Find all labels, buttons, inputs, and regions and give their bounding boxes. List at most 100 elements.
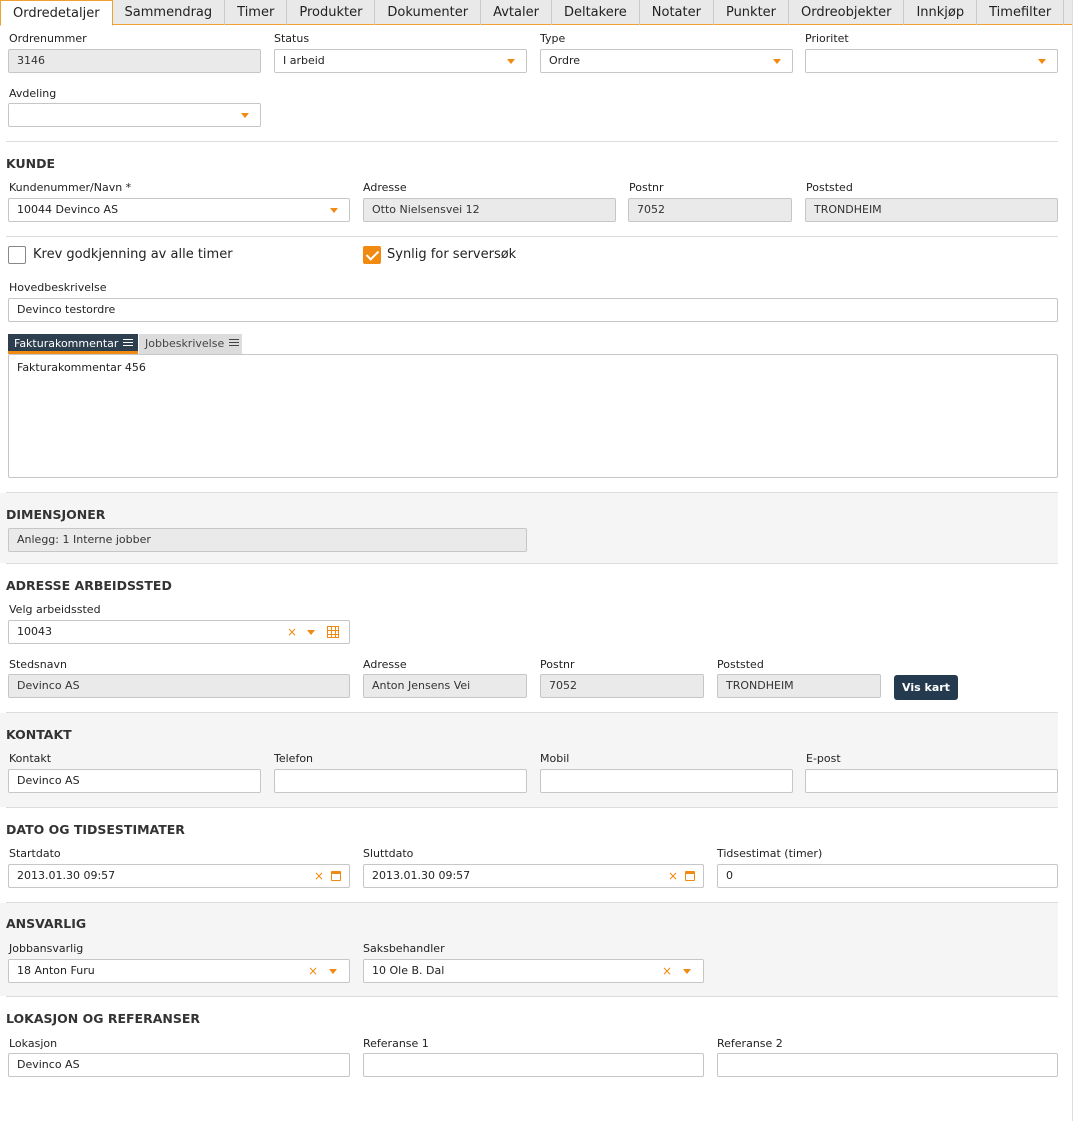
- arbeidssted-adresse-value: Anton Jensens Vei: [372, 679, 471, 692]
- chevron-down-icon: [773, 59, 781, 64]
- sluttdato-label: Sluttdato: [363, 847, 414, 860]
- avdeling-label: Avdeling: [9, 87, 57, 100]
- tab-produkter[interactable]: Produkter: [287, 0, 376, 25]
- vis-kart-button[interactable]: Vis kart: [894, 675, 958, 700]
- kunde-select[interactable]: 10044 Devinco AS: [8, 198, 350, 222]
- prioritet-label: Prioritet: [805, 32, 849, 45]
- chevron-down-icon: [330, 208, 338, 213]
- referanse2-input[interactable]: [717, 1053, 1058, 1077]
- tab-fakturakommentar[interactable]: Fakturakommentar: [8, 334, 138, 354]
- tab-jobbeskrivelse-label: Jobbeskrivelse: [145, 337, 225, 350]
- tab-avtaler[interactable]: Avtaler: [481, 0, 552, 25]
- type-select[interactable]: Ordre: [540, 49, 793, 73]
- tab-notater[interactable]: Notater: [640, 0, 714, 25]
- epost-input[interactable]: [805, 769, 1058, 793]
- startdato-input[interactable]: 2013.01.30 09:57 ×: [8, 864, 350, 888]
- krev-godkjenning-label: Krev godkjenning av alle timer: [33, 247, 233, 262]
- synlig-serversok-label: Synlig for serversøk: [387, 247, 517, 262]
- ansvarlig-title: ANSVARLIG: [6, 916, 87, 931]
- tab-punkter[interactable]: Punkter: [714, 0, 790, 25]
- clear-icon[interactable]: ×: [662, 960, 672, 982]
- kunde-value: 10044 Devinco AS: [17, 203, 119, 216]
- clear-icon[interactable]: ×: [287, 621, 297, 643]
- sluttdato-value: 2013.01.30 09:57: [372, 869, 471, 882]
- chevron-down-icon: [241, 113, 249, 118]
- kunde-adresse-value: Otto Nielsensvei 12: [372, 203, 480, 216]
- velg-arbeidssted-select[interactable]: 10043 ×: [8, 620, 350, 644]
- velg-arbeidssted-value: 10043: [17, 625, 52, 638]
- krev-godkjenning-checkbox[interactable]: [8, 246, 26, 264]
- calendar-icon[interactable]: [331, 871, 341, 881]
- tab-timefilter[interactable]: Timefilter: [977, 0, 1065, 25]
- kunde-postnr-label: Postnr: [629, 181, 664, 194]
- stedsnavn-field: Devinco AS: [8, 674, 350, 698]
- avdeling-select[interactable]: [8, 103, 261, 127]
- hovedbeskrivelse-label: Hovedbeskrivelse: [9, 281, 107, 294]
- arbeidssted-title: ADRESSE ARBEIDSSTED: [6, 578, 172, 593]
- divider: [6, 807, 1058, 808]
- kunde-poststed-field: TRONDHEIM: [805, 198, 1058, 222]
- clear-icon[interactable]: ×: [308, 960, 318, 982]
- kontakt-label: Kontakt: [9, 752, 52, 765]
- tab-ordredetaljer[interactable]: Ordredetaljer: [0, 0, 113, 26]
- divider: [6, 712, 1058, 713]
- arbeidssted-adresse-field: Anton Jensens Vei: [363, 674, 527, 698]
- lokasjon-value: Devinco AS: [17, 1058, 80, 1071]
- telefon-input[interactable]: [274, 769, 527, 793]
- referanse1-input[interactable]: [363, 1053, 704, 1077]
- tab-timer[interactable]: Timer: [225, 0, 288, 25]
- telefon-label: Telefon: [274, 752, 314, 765]
- status-value: I arbeid: [283, 54, 325, 67]
- lokasjon-input[interactable]: Devinco AS: [8, 1053, 350, 1077]
- saksbehandler-value: 10 Ole B. Dal: [372, 964, 445, 977]
- mobil-input[interactable]: [540, 769, 793, 793]
- kontakt-input[interactable]: Devinco AS: [8, 769, 261, 793]
- sluttdato-input[interactable]: 2013.01.30 09:57 ×: [363, 864, 704, 888]
- divider: [6, 996, 1058, 997]
- referanse2-label: Referanse 2: [717, 1037, 783, 1050]
- divider: [6, 902, 1058, 903]
- jobbansvarlig-label: Jobbansvarlig: [9, 942, 84, 955]
- status-select[interactable]: I arbeid: [274, 49, 527, 73]
- synlig-serversok-checkbox[interactable]: [363, 246, 381, 264]
- jobbansvarlig-select[interactable]: 18 Anton Furu ×: [8, 959, 350, 983]
- tab-innkjop[interactable]: Innkjøp: [904, 0, 978, 25]
- chevron-down-icon: [1038, 59, 1046, 64]
- saksbehandler-label: Saksbehandler: [363, 942, 445, 955]
- saksbehandler-select[interactable]: 10 Ole B. Dal ×: [363, 959, 704, 983]
- kunde-postnr-value: 7052: [637, 203, 665, 216]
- dato-title: DATO OG TIDSESTIMATER: [6, 822, 185, 837]
- chevron-down-icon[interactable]: [329, 969, 337, 974]
- kontakt-value: Devinco AS: [17, 774, 80, 787]
- fakturakommentar-textarea[interactable]: Fakturakommentar 456: [8, 354, 1058, 478]
- tidsestimat-input[interactable]: 0: [717, 864, 1058, 888]
- kunde-adresse-label: Adresse: [363, 181, 407, 194]
- tab-dokumenter[interactable]: Dokumenter: [375, 0, 482, 25]
- hovedbeskrivelse-value: Devinco testordre: [17, 303, 116, 316]
- hovedbeskrivelse-input[interactable]: Devinco testordre: [8, 298, 1058, 322]
- grid-icon[interactable]: [327, 626, 339, 638]
- arbeidssted-poststed-field: TRONDHEIM: [717, 674, 881, 698]
- clear-icon[interactable]: ×: [668, 865, 678, 887]
- text-lines-icon: [123, 339, 134, 347]
- tab-jobbeskrivelse[interactable]: Jobbeskrivelse: [139, 334, 242, 354]
- scrollbar[interactable]: [1072, 0, 1076, 1121]
- tab-sammendrag[interactable]: Sammendrag: [113, 0, 226, 25]
- prioritet-select[interactable]: [805, 49, 1058, 73]
- calendar-icon[interactable]: [685, 871, 695, 881]
- jobbansvarlig-value: 18 Anton Furu: [17, 964, 95, 977]
- tab-ordreobjekter[interactable]: Ordreobjekter: [789, 0, 905, 25]
- kunde-label: Kundenummer/Navn *: [9, 181, 132, 194]
- arbeidssted-poststed-label: Poststed: [717, 658, 764, 671]
- chevron-down-icon[interactable]: [307, 630, 315, 635]
- divider: [6, 236, 1058, 237]
- tab-deltakere[interactable]: Deltakere: [552, 0, 640, 25]
- startdato-label: Startdato: [9, 847, 61, 860]
- arbeidssted-postnr-field: 7052: [540, 674, 704, 698]
- lokasjon-label: Lokasjon: [9, 1037, 58, 1050]
- kontakt-title: KONTAKT: [6, 727, 72, 742]
- clear-icon[interactable]: ×: [314, 865, 324, 887]
- chevron-down-icon[interactable]: [683, 969, 691, 974]
- referanse1-label: Referanse 1: [363, 1037, 429, 1050]
- arbeidssted-adresse-label: Adresse: [363, 658, 407, 671]
